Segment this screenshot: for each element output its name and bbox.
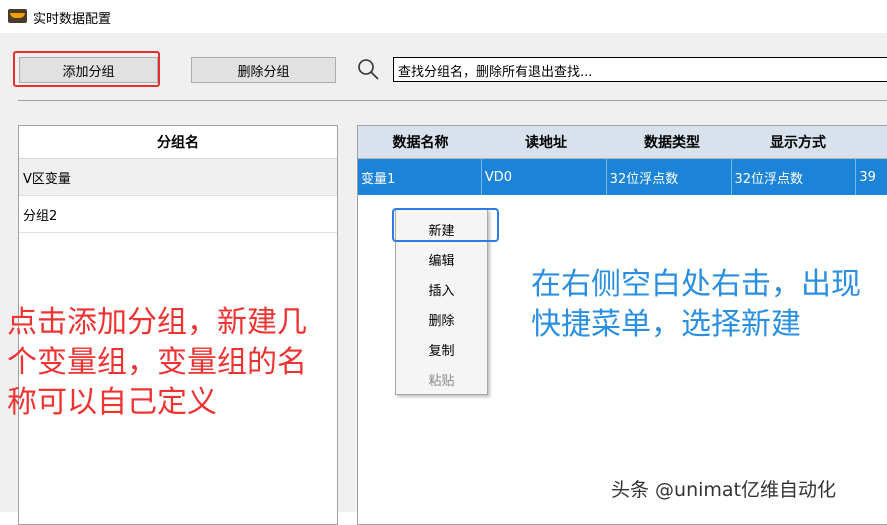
cell-data-type[interactable]: 32位浮点数 (607, 159, 732, 195)
group-row[interactable]: V区变量 (19, 159, 337, 196)
watermark: 头条 @unimat亿维自动化 (611, 479, 837, 501)
annotation-left: 点击添加分组，新建几个变量组，变量组的名称可以自己定义 (7, 305, 307, 420)
column-header-data-name[interactable]: 数据名称 (358, 126, 483, 158)
menu-item-paste: 粘贴 (428, 373, 455, 389)
title-bar: 实时数据配置 (0, 0, 887, 33)
cell-data-name[interactable]: 变量1 (358, 159, 482, 195)
cell-extra[interactable]: 39 (856, 159, 887, 195)
toolbar-divider (18, 100, 887, 101)
cell-display-mode[interactable]: 32位浮点数 (732, 159, 857, 195)
group-row[interactable]: 分组2 (19, 196, 337, 233)
add-group-highlight (13, 51, 160, 87)
delete-group-button[interactable]: 删除分组 (191, 57, 336, 83)
menu-item-edit[interactable]: 编辑 (396, 245, 487, 273)
search-input[interactable]: 查找分组名，删除所有退出查找... (393, 57, 887, 82)
search-icon[interactable] (356, 57, 380, 81)
app-icon (8, 9, 27, 23)
cell-read-address[interactable]: VD0 (482, 159, 607, 195)
menu-item-delete[interactable]: 删除 (396, 305, 487, 333)
column-header-display-mode[interactable]: 显示方式 (735, 126, 861, 158)
column-header-read-address[interactable]: 读地址 (483, 126, 609, 158)
window-title: 实时数据配置 (33, 12, 112, 27)
menu-item-copy[interactable]: 复制 (396, 335, 487, 363)
table-row[interactable]: 变量1 VD0 32位浮点数 32位浮点数 39 (358, 159, 887, 195)
new-item-highlight (392, 208, 499, 242)
annotation-right: 在右侧空白处右击，出现快捷菜单，选择新建 (531, 267, 861, 342)
group-name-header: 分组名 (19, 126, 337, 159)
menu-item-insert[interactable]: 插入 (396, 275, 487, 303)
column-header-data-type[interactable]: 数据类型 (609, 126, 735, 158)
data-table-header: 数据名称 读地址 数据类型 显示方式 (358, 126, 887, 159)
